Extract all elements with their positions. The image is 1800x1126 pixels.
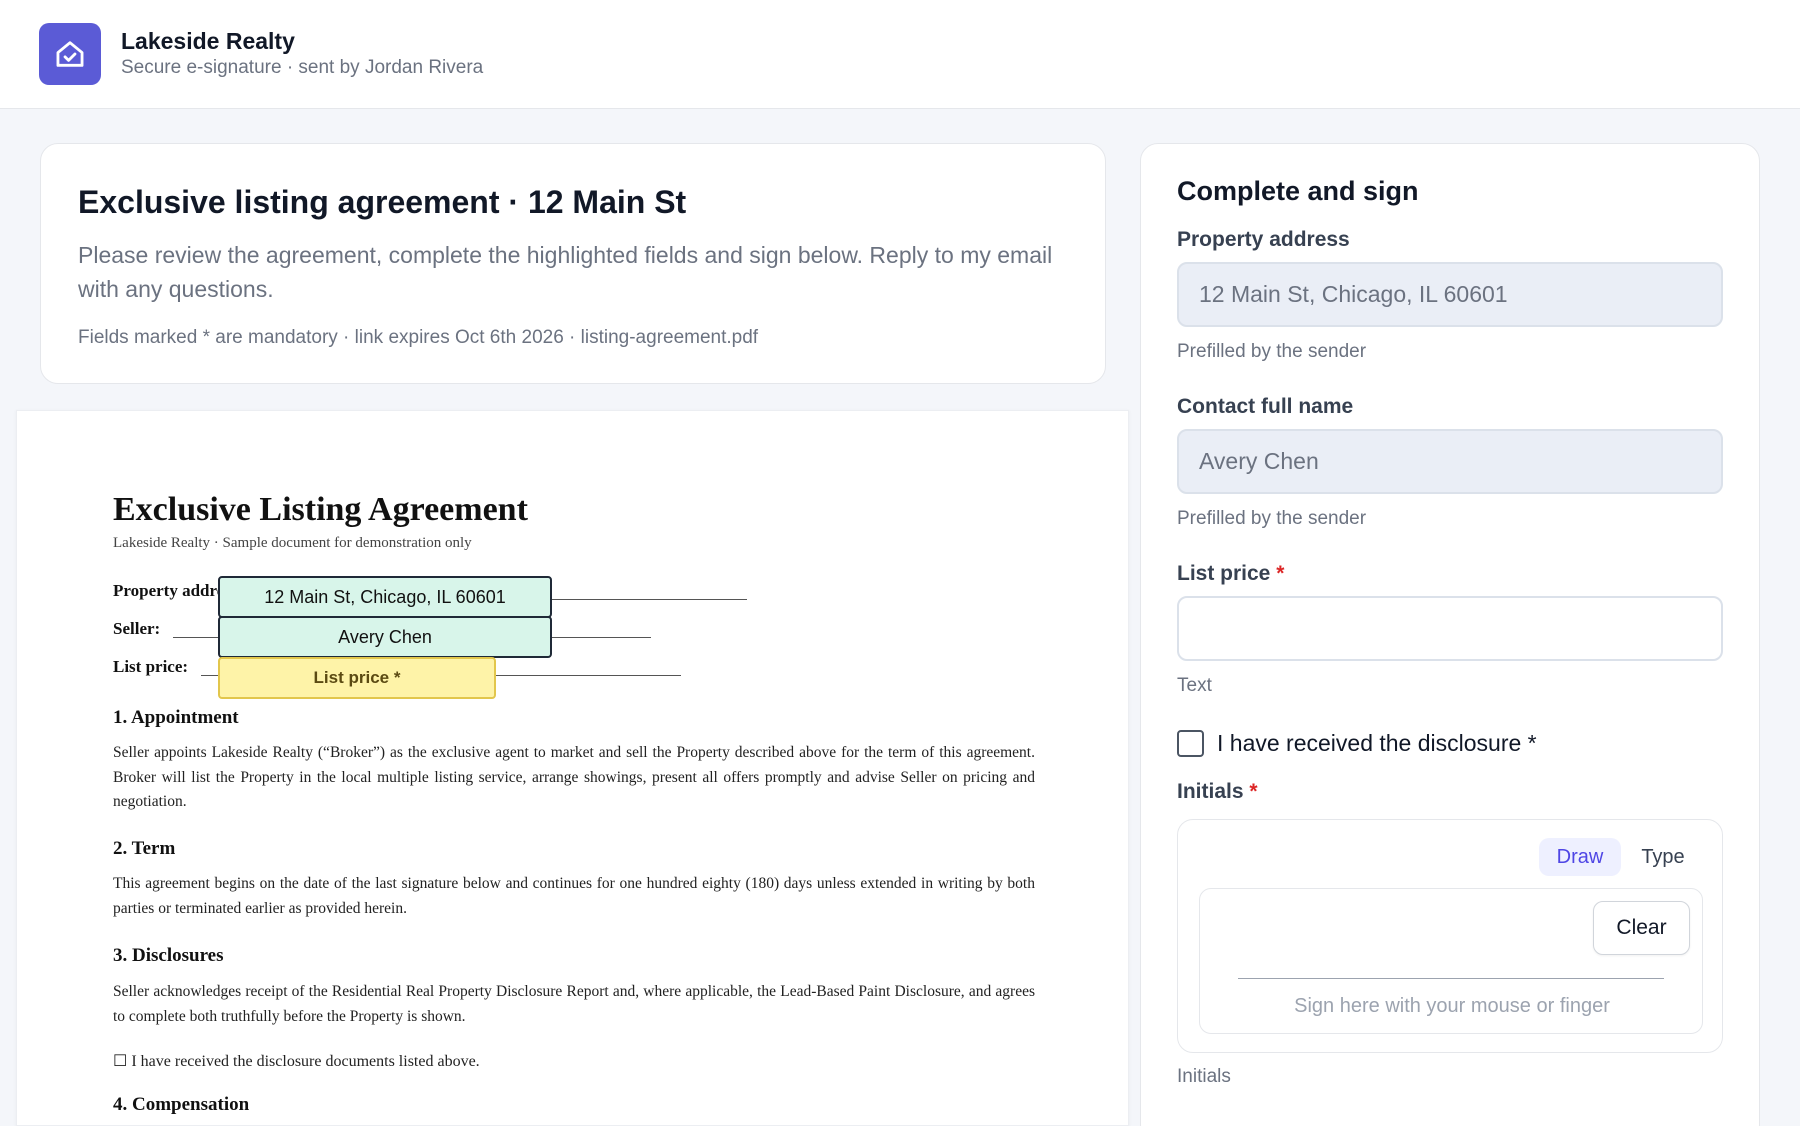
contact-name-hint: Prefilled by the sender <box>1177 508 1367 529</box>
list-price-hint: Text <box>1177 675 1212 696</box>
doc-field-label-seller: Seller: <box>113 619 161 638</box>
brand-name: Lakeside Realty <box>121 28 295 54</box>
doc-field-seller[interactable]: Avery Chen <box>218 616 552 658</box>
draw-mode-tab[interactable]: Draw <box>1539 838 1621 876</box>
brand-subtitle: Secure e-signature · sent by Jordan Rive… <box>121 57 484 78</box>
top-bar: Lakeside Realty Secure e-signature · sen… <box>0 0 1800 109</box>
doc-field-property-address[interactable]: 12 Main St, Chicago, IL 60601 <box>218 576 552 618</box>
section-body: Seller acknowledges receipt of the Resid… <box>113 983 1035 1025</box>
property-address-hint: Prefilled by the sender <box>1177 341 1367 362</box>
page-title: Exclusive listing agreement · 12 Main St <box>78 184 687 220</box>
signature-pad-hint: Sign here with your mouse or finger <box>1294 995 1610 1017</box>
section-heading: 2. Term <box>113 838 176 859</box>
list-price-label: List price * <box>1177 562 1284 586</box>
document-preview[interactable]: Exclusive Listing Agreement Lakeside Rea… <box>16 410 1129 1126</box>
document-subtitle: Lakeside Realty · Sample document for de… <box>113 535 472 551</box>
property-address-label: Property address <box>1177 228 1350 251</box>
initials-signature-box: Draw Type Clear Sign here with your mous… <box>1177 819 1723 1053</box>
disclosure-checkbox-row[interactable]: I have received the disclosure * <box>1177 730 1537 757</box>
property-address-input[interactable] <box>1177 262 1723 327</box>
list-price-label-text: List price <box>1177 562 1271 585</box>
list-price-input[interactable] <box>1177 596 1723 661</box>
intro-description: Please review the agreement, complete th… <box>78 242 1053 302</box>
required-mark: * <box>1249 780 1258 803</box>
initials-hint: Initials <box>1177 1066 1231 1087</box>
disclosure-checkbox[interactable] <box>1177 730 1204 757</box>
contact-name-label: Contact full name <box>1177 395 1354 418</box>
section-body: Seller appoints Lakeside Realty (“Broker… <box>113 744 1035 810</box>
section-body: This agreement begins on the date of the… <box>113 875 1035 917</box>
section-heading: 1. Appointment <box>113 707 239 728</box>
contact-name-input[interactable] <box>1177 429 1723 494</box>
signature-pad[interactable]: Clear Sign here with your mouse or finge… <box>1199 888 1703 1034</box>
clear-button[interactable]: Clear <box>1593 901 1690 955</box>
section-heading: 4. Compensation <box>113 1094 250 1115</box>
intro-meta: Fields marked * are mandatory · link exp… <box>78 327 759 348</box>
type-mode-tab[interactable]: Type <box>1631 838 1695 876</box>
intro-card: Exclusive listing agreement · 12 Main St… <box>40 143 1106 384</box>
document-title: Exclusive Listing Agreement <box>113 491 528 528</box>
required-mark: * <box>1276 562 1285 585</box>
house-shield-icon <box>56 41 84 67</box>
signature-baseline <box>1238 978 1664 979</box>
section-heading: 3. Disclosures <box>113 945 224 966</box>
disclosure-checkbox-label[interactable]: I have received the disclosure * <box>1217 730 1537 757</box>
brand-logo <box>39 23 101 85</box>
doc-field-label-list-price: List price: <box>113 657 189 676</box>
doc-field-list-price[interactable]: List price * <box>218 657 496 699</box>
complete-sign-panel: Complete and sign Property address Prefi… <box>1140 143 1760 1126</box>
panel-title: Complete and sign <box>1177 176 1419 206</box>
initials-label: Initials * <box>1177 780 1258 804</box>
doc-disclosure-checkbox-line[interactable]: ☐ I have received the disclosure documen… <box>113 1051 480 1071</box>
initials-label-text: Initials <box>1177 780 1244 803</box>
